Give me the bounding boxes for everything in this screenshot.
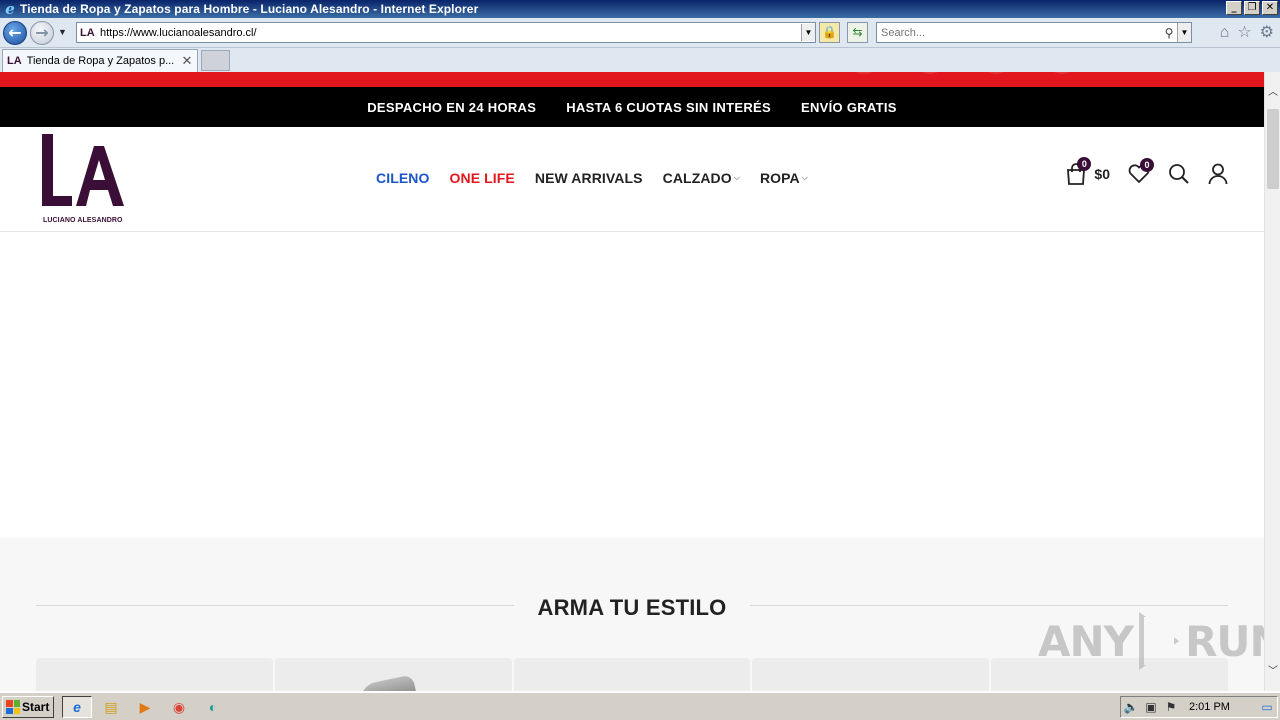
media-player-icon[interactable]: ▶ (130, 696, 160, 718)
ie-logo-icon: e (5, 0, 15, 18)
category-card[interactable] (36, 658, 273, 691)
category-card[interactable] (513, 658, 751, 691)
logo-la-mark-icon (42, 134, 124, 206)
watermark-text-any: ANY (1038, 616, 1134, 666)
start-button[interactable]: Start (2, 696, 54, 718)
promo-installments: HASTA 6 CUOTAS SIN INTERÉS (566, 99, 771, 115)
wishlist-count-badge: 0 (1140, 158, 1154, 172)
menu-item-cileno[interactable]: CILENO (376, 170, 430, 186)
category-card[interactable] (274, 658, 512, 691)
social-link-4[interactable] (1046, 72, 1078, 74)
refresh-button[interactable]: ⇆ (847, 22, 868, 43)
promo-bar: DESPACHO EN 24 HORAS HASTA 6 CUOTAS SIN … (0, 87, 1264, 127)
clock: 2:01 PM (1189, 701, 1230, 713)
file-explorer-icon[interactable]: ▤ (96, 696, 126, 718)
chevron-down-icon: ⌵ (801, 173, 808, 182)
window-titlebar: e Tienda de Ropa y Zapatos para Hombre -… (0, 0, 1280, 18)
scroll-thumb[interactable] (1267, 109, 1279, 189)
start-label: Start (22, 700, 50, 714)
tab-favicon-icon: LA (7, 55, 22, 67)
window-title: Tienda de Ropa y Zapatos para Hombre - L… (20, 2, 479, 16)
tab-title: Tienda de Ropa y Zapatos p... (26, 55, 175, 67)
action-center-flag-icon[interactable]: ⚑ (1161, 700, 1181, 714)
search-button[interactable] (1168, 163, 1190, 185)
account-button[interactable] (1208, 163, 1228, 185)
address-url[interactable]: https://www.lucianoalesandro.cl/ (100, 27, 801, 39)
menu-item-new-arrivals[interactable]: NEW ARRIVALS (535, 170, 643, 186)
settings-gear-icon[interactable]: ⚙ (1260, 25, 1274, 41)
windows-flag-icon (6, 700, 20, 714)
taskbar-apps: e ▤ ▶ ◉ ◐ (62, 696, 228, 718)
promo-shipping-24h: DESPACHO EN 24 HORAS (367, 99, 537, 115)
cart-button[interactable]: 0 $0 (1066, 157, 1110, 185)
section-title: ARMA TU ESTILO (537, 595, 727, 620)
network-icon[interactable]: ▣ (1141, 700, 1161, 714)
browser-tab-active[interactable]: LA Tienda de Ropa y Zapatos p... ✕ (2, 49, 198, 72)
hero-slider-area (0, 232, 1264, 538)
scroll-down-icon[interactable]: ﹀ (1265, 665, 1280, 679)
home-icon[interactable]: ⌂ (1220, 25, 1230, 41)
header-actions: 0 $0 0 (1066, 157, 1228, 185)
back-button[interactable]: ← (3, 21, 27, 45)
browser-search-box[interactable]: ⚲ ▼ (876, 22, 1192, 43)
browser-tools: ⌂ ☆ ⚙ (1220, 25, 1274, 41)
social-links (848, 72, 1078, 74)
address-bar[interactable]: LA https://www.lucianoalesandro.cl/ ▼ (76, 22, 816, 43)
favorites-star-icon[interactable]: ☆ (1237, 25, 1251, 41)
site-logo[interactable]: LUCIANO ALESANDRO (42, 134, 126, 226)
scroll-up-icon[interactable]: ︿ (1265, 86, 1280, 100)
close-tab-icon[interactable]: ✕ (180, 53, 194, 69)
tab-strip: LA Tienda de Ropa y Zapatos p... ✕ (0, 48, 1280, 72)
browser-toolbar: ← → ▼ LA https://www.lucianoalesandro.cl… (0, 18, 1280, 48)
history-dropdown-icon[interactable]: ▼ (58, 27, 67, 37)
internet-explorer-icon[interactable]: e (62, 696, 92, 718)
volume-icon[interactable]: 🔈 (1121, 700, 1141, 714)
cart-total: $0 (1094, 166, 1110, 182)
title-divider-left (36, 605, 514, 606)
security-lock-icon[interactable]: 🔒 (819, 22, 840, 43)
wishlist-button[interactable]: 0 (1128, 158, 1154, 184)
menu-item-one-life[interactable]: ONE LIFE (450, 170, 515, 186)
new-tab-button[interactable] (201, 50, 230, 71)
chrome-icon[interactable]: ◉ (164, 696, 194, 718)
forward-button[interactable]: → (30, 21, 54, 45)
show-desktop-icon[interactable]: ▭ (1257, 700, 1277, 714)
browser-search-input[interactable] (877, 26, 1161, 39)
menu-item-calzado[interactable]: CALZADO ⌵ (663, 170, 740, 186)
cart-count-badge: 0 (1077, 157, 1092, 171)
page-viewport: DESPACHO EN 24 HORAS HASTA 6 CUOTAS SIN … (0, 72, 1264, 691)
social-link-1[interactable] (848, 72, 880, 74)
search-icon[interactable]: ⚲ (1161, 26, 1177, 40)
anyrun-watermark: ANY RUN (1038, 612, 1264, 670)
search-dropdown-icon[interactable]: ▼ (1177, 23, 1191, 42)
menu-item-ropa[interactable]: ROPA ⌵ (760, 170, 808, 186)
edge-icon[interactable]: ◐ (198, 696, 228, 718)
page-scrollbar[interactable]: ︿ ﹀ (1264, 72, 1280, 691)
chevron-down-icon: ⌵ (733, 173, 740, 182)
search-icon (1169, 164, 1189, 184)
promo-free-shipping: ENVÍO GRATIS (800, 99, 897, 115)
minimize-button[interactable]: _ (1226, 1, 1242, 15)
system-tray: 🔈 ▣ ⚑ 2:01 PM ▭ (1120, 696, 1278, 718)
social-link-2[interactable] (914, 72, 946, 74)
site-header: LUCIANO ALESANDRO CILENO ONE LIFE NEW AR… (0, 127, 1264, 232)
main-menu: CILENO ONE LIFE NEW ARRIVALS CALZADO ⌵ RO… (376, 170, 808, 186)
close-window-button[interactable]: ✕ (1262, 1, 1278, 15)
watermark-play-icon (1139, 612, 1180, 670)
social-link-3[interactable] (980, 72, 1012, 74)
title-divider-right (750, 605, 1228, 606)
windows-taskbar: Start e ▤ ▶ ◉ ◐ 🔈 ▣ ⚑ 2:01 PM ▭ (0, 692, 1280, 720)
logo-wordmark: LUCIANO ALESANDRO (43, 217, 123, 224)
category-card[interactable] (752, 658, 990, 691)
top-red-bar (0, 72, 1264, 87)
address-dropdown-icon[interactable]: ▼ (801, 24, 815, 41)
user-icon (1208, 163, 1228, 185)
watermark-text-run: RUN (1185, 616, 1264, 666)
window-controls: _ ❐ ✕ (1226, 1, 1278, 15)
restore-button[interactable]: ❐ (1244, 1, 1260, 15)
site-favicon-icon: LA (80, 26, 95, 39)
